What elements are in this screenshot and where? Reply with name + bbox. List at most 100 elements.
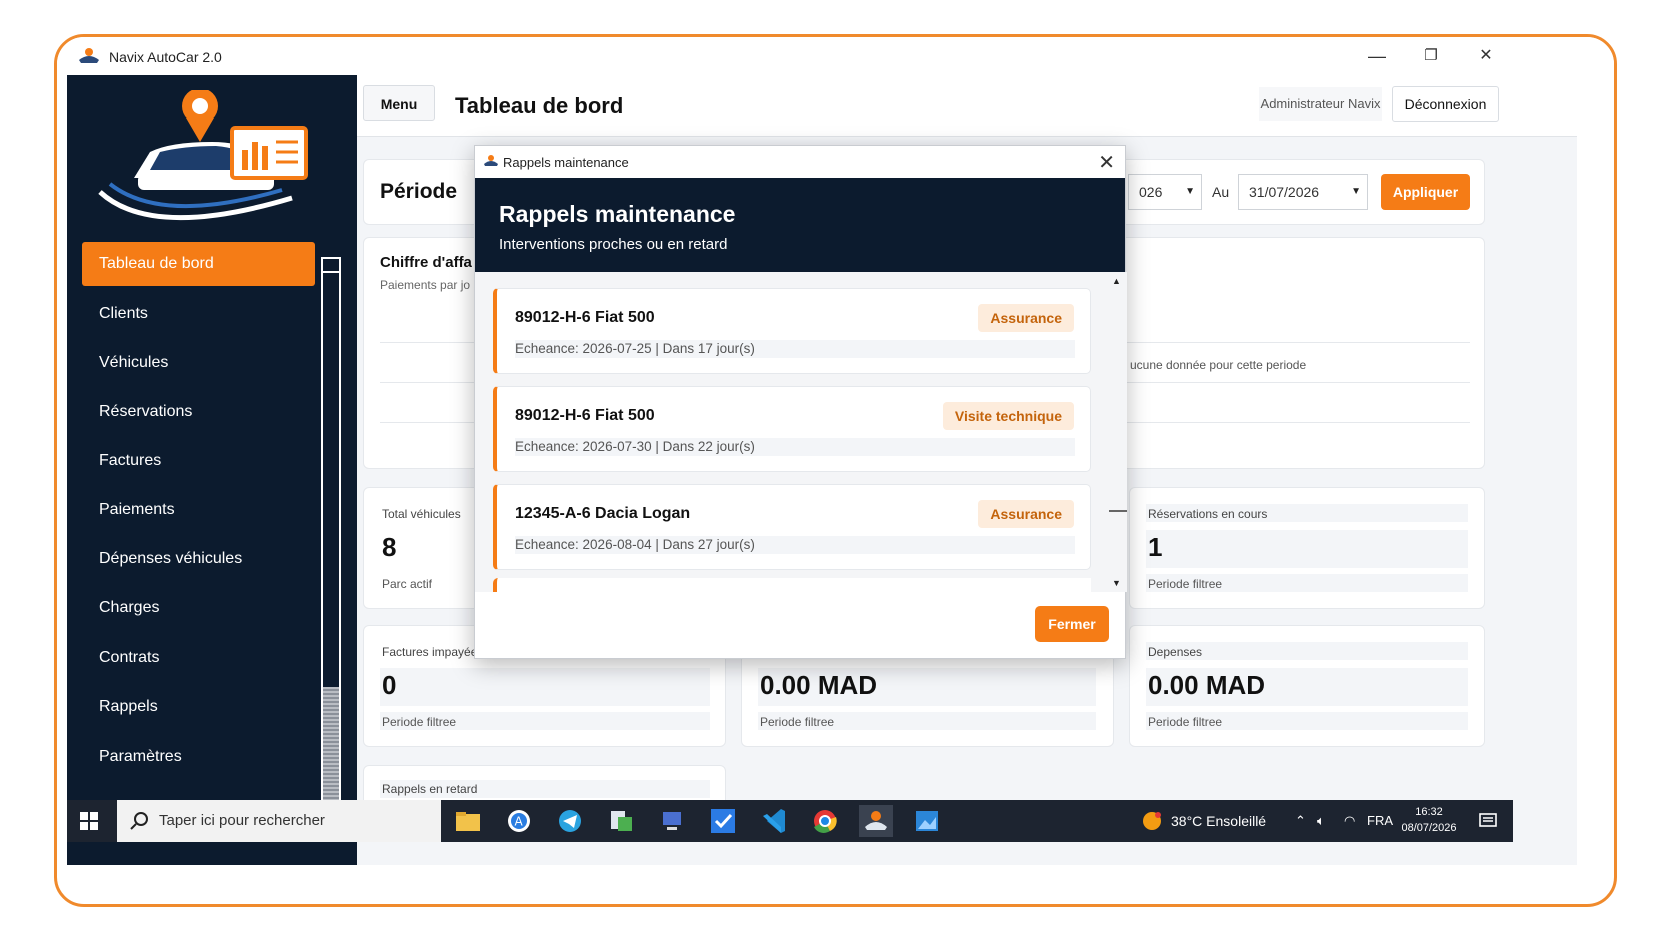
empty-chart-message: ucune donnée pour cette periode: [1130, 358, 1307, 372]
scroll-down-arrow-icon[interactable]: ▼: [1112, 578, 1121, 588]
topbar: Menu Tableau de bord Administrateur Navi…: [357, 75, 1577, 137]
menu-button[interactable]: Menu: [363, 85, 435, 121]
sidebar-item-tableau-de-bord[interactable]: Tableau de bord: [82, 242, 315, 286]
kpi-label: Depenses: [1148, 645, 1203, 659]
apply-button[interactable]: Appliquer: [1381, 174, 1470, 210]
remote-desktop-icon[interactable]: [655, 805, 689, 837]
scrollbar-thumb[interactable]: [323, 687, 339, 807]
kpi-sub: Parc actif: [382, 577, 433, 591]
sidebar-item-vehicules[interactable]: Véhicules: [82, 341, 315, 385]
volume-icon[interactable]: 🔈︎: [1317, 800, 1325, 842]
sidebar-item-reservations[interactable]: Réservations: [82, 390, 315, 434]
navix-logo: [98, 90, 308, 221]
kpi-label: Réservations en cours: [1148, 507, 1268, 521]
reminder-due: Echeance: 2026-07-25 | Dans 17 jour(s): [515, 340, 1075, 358]
app-logo-icon: [484, 155, 498, 166]
maintenance-reminders-dialog: Rappels maintenance ✕ Rappels maintenanc…: [474, 145, 1127, 659]
sidebar-item-paiements[interactable]: Paiements: [82, 488, 315, 532]
windows-start-icon[interactable]: [79, 811, 99, 831]
close-dialog-button[interactable]: Fermer: [1035, 606, 1109, 642]
kpi-value: 0.00 MAD: [1148, 670, 1266, 700]
reminder-type-badge: Assurance: [978, 304, 1074, 332]
kpi-label: Rappels en retard: [382, 782, 478, 796]
sidebar-item-clients[interactable]: Clients: [82, 292, 315, 336]
revenue-title: Chiffre d'affa: [380, 254, 472, 271]
reminder-card-partial[interactable]: [493, 578, 1091, 592]
weather-text: 38°C Ensoleillé: [1171, 813, 1267, 829]
reminder-card[interactable]: 89012-H-6 Fiat 500 Assurance Echeance: 2…: [493, 288, 1091, 374]
scrollbar-thumb[interactable]: [1109, 510, 1127, 512]
date-to-value: 31/07/2026: [1249, 184, 1320, 200]
user-label: Administrateur Navix: [1259, 87, 1382, 121]
reminder-card[interactable]: 12345-A-6 Dacia Logan Assurance Echeance…: [493, 484, 1091, 570]
file-explorer-icon[interactable]: [451, 805, 485, 837]
todo-icon[interactable]: [706, 805, 740, 837]
file-transfer-icon[interactable]: [604, 805, 638, 837]
scroll-up-arrow-icon[interactable]: ▲: [1112, 276, 1121, 286]
kpi-value: 1: [1148, 532, 1163, 562]
kpi-value: 0: [382, 670, 397, 700]
sidebar-item-charges[interactable]: Charges: [82, 586, 315, 630]
sidebar-item-parametres[interactable]: Paramètres: [82, 735, 315, 779]
date-from-select[interactable]: 026 ▼: [1128, 174, 1202, 210]
clock-time: 16:32: [1415, 806, 1443, 818]
search-placeholder: Taper ici pour rechercher: [159, 812, 325, 829]
navix-taskbar-icon[interactable]: [859, 805, 893, 837]
scroll-up-button[interactable]: [323, 259, 339, 273]
stripe: [1146, 530, 1468, 568]
language-indicator[interactable]: FRA: [1367, 800, 1393, 842]
reminder-vehicle: 12345-A-6 Dacia Logan: [515, 505, 691, 522]
kpi-value: 8: [382, 532, 397, 562]
reminder-due: Echeance: 2026-08-04 | Dans 27 jour(s): [515, 536, 1075, 554]
app-logo-icon: [79, 48, 99, 63]
svg-text:A: A: [515, 815, 524, 829]
kpi-reservations: Réservations en cours 1 Periode filtree: [1129, 487, 1485, 609]
kpi-value: 0.00 MAD: [760, 670, 878, 700]
reminders-list[interactable]: 89012-H-6 Fiat 500 Assurance Echeance: 2…: [475, 272, 1127, 592]
date-to-label: Au: [1212, 184, 1230, 200]
taskbar-clock[interactable]: 16:32 08/07/2026: [1397, 804, 1461, 836]
chrome-icon[interactable]: [808, 805, 842, 837]
maximize-button[interactable]: ❐: [1411, 43, 1451, 69]
sidebar-item-rappels[interactable]: Rappels: [82, 685, 315, 729]
app-store-icon[interactable]: A: [502, 805, 536, 837]
windows-taskbar: Taper ici pour rechercher A 38°C Ensolei…: [67, 800, 1513, 842]
close-icon[interactable]: ✕: [1098, 150, 1115, 175]
kpi-sub: Periode filtree: [760, 715, 835, 729]
kpi-sub: Periode filtree: [1148, 577, 1223, 591]
taskbar-search-input[interactable]: Taper ici pour rechercher: [117, 800, 441, 842]
sidebar-item-contrats[interactable]: Contrats: [82, 636, 315, 680]
sidebar-item-factures[interactable]: Factures: [82, 439, 315, 483]
close-window-button[interactable]: ✕: [1466, 43, 1506, 69]
reminder-card[interactable]: 89012-H-6 Fiat 500 Visite technique Eche…: [493, 386, 1091, 472]
stripe: [380, 668, 710, 706]
dialog-window-title: Rappels maintenance: [503, 155, 629, 170]
sun-icon: [1143, 812, 1161, 830]
minimize-button[interactable]: —: [1357, 43, 1397, 69]
vscode-icon[interactable]: [757, 805, 791, 837]
sidebar-item-depenses-vehicules[interactable]: Dépenses véhicules: [82, 537, 315, 581]
telegram-icon[interactable]: [553, 805, 587, 837]
page-title: Tableau de bord: [455, 93, 624, 118]
kpi-label: Total véhicules: [382, 507, 461, 521]
notification-icon[interactable]: [1479, 812, 1497, 830]
dialog-heading: Rappels maintenance: [499, 201, 736, 227]
kpi-label: Factures impayée: [382, 645, 478, 659]
date-from-value: 026: [1139, 184, 1163, 200]
window-titlebar: Navix AutoCar 2.0 — ❐ ✕: [57, 37, 1614, 75]
reminder-vehicle: 89012-H-6 Fiat 500: [515, 407, 655, 424]
reminders-scrollbar[interactable]: ▲ ▼: [1109, 272, 1127, 592]
photos-icon[interactable]: [910, 805, 944, 837]
logout-button[interactable]: Déconnexion: [1392, 86, 1499, 122]
sidebar-scrollbar[interactable]: [321, 257, 341, 825]
sidebar: Tableau de bord Clients Véhicules Réserv…: [67, 75, 357, 865]
dialog-header: Rappels maintenance Interventions proche…: [475, 178, 1125, 272]
reminder-type-badge: Visite technique: [942, 402, 1074, 430]
wifi-icon[interactable]: ◠: [1344, 800, 1355, 842]
kpi-expenses: Depenses 0.00 MAD Periode filtree: [1129, 625, 1485, 747]
kpi-sub: Periode filtree: [382, 715, 457, 729]
reminder-type-badge: Assurance: [978, 500, 1074, 528]
chevron-up-icon[interactable]: ⌃: [1295, 800, 1306, 842]
dialog-subheading: Interventions proches ou en retard: [499, 236, 728, 253]
date-to-select[interactable]: 31/07/2026 ▼: [1238, 174, 1368, 210]
